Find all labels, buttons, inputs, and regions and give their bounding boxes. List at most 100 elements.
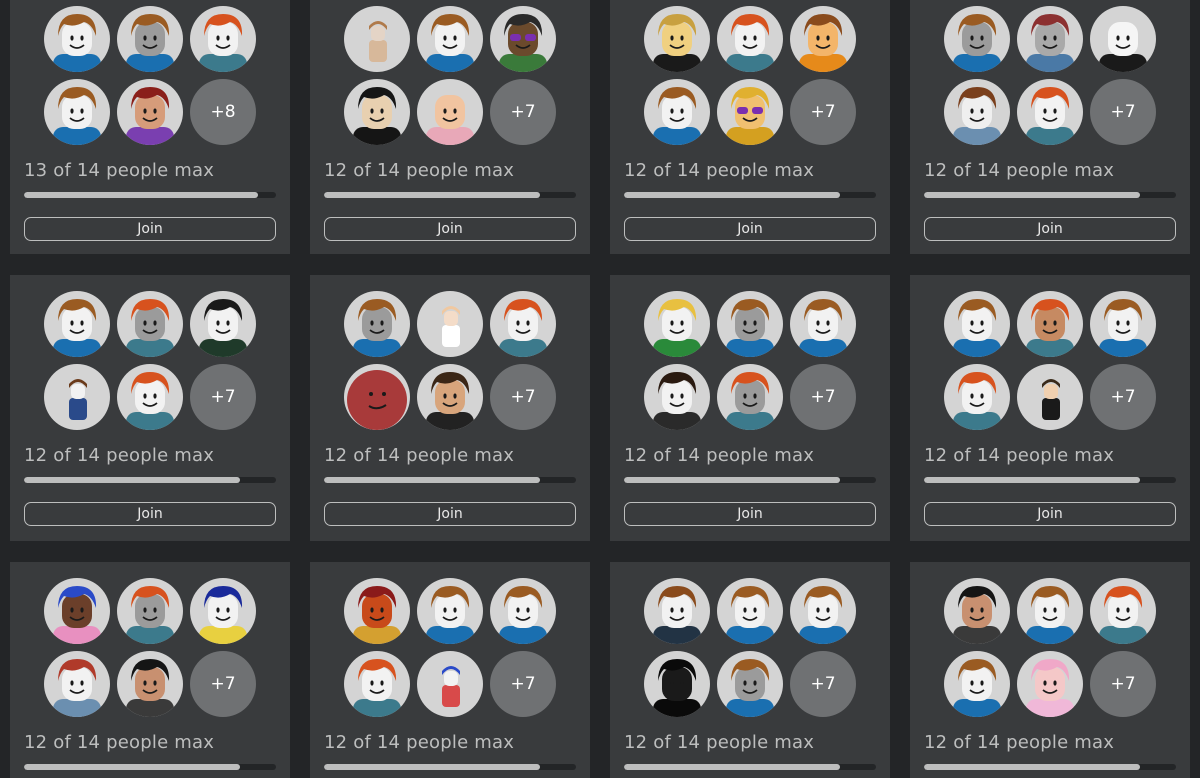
player-avatar[interactable] <box>717 651 783 717</box>
more-players-badge: +7 <box>190 364 256 430</box>
player-avatar[interactable] <box>117 651 183 717</box>
capacity-progress-fill <box>624 477 840 483</box>
join-button[interactable]: Join <box>924 217 1176 241</box>
server-card: +7 12 of 14 people max Join <box>310 275 590 541</box>
player-avatar[interactable] <box>644 291 710 357</box>
player-avatar[interactable] <box>190 578 256 644</box>
join-button[interactable]: Join <box>324 217 576 241</box>
server-card: +7 12 of 14 people max <box>610 562 890 778</box>
player-avatar[interactable] <box>1017 364 1083 430</box>
player-avatar[interactable] <box>344 578 410 644</box>
player-avatar[interactable] <box>644 364 710 430</box>
player-avatar[interactable] <box>344 651 410 717</box>
player-avatar[interactable] <box>1017 6 1083 72</box>
join-button[interactable]: Join <box>24 502 276 526</box>
player-avatar[interactable] <box>417 651 483 717</box>
join-button[interactable]: Join <box>624 502 876 526</box>
player-avatar[interactable] <box>944 364 1010 430</box>
server-card: +7 12 of 14 people max Join <box>910 275 1190 541</box>
player-avatar[interactable] <box>44 79 110 145</box>
player-avatar[interactable] <box>490 578 556 644</box>
capacity-progress-fill <box>924 764 1140 770</box>
player-avatar[interactable] <box>644 651 710 717</box>
player-avatar[interactable] <box>717 364 783 430</box>
capacity-progress-bar <box>924 764 1176 770</box>
server-card: +7 12 of 14 people max <box>310 562 590 778</box>
player-avatar[interactable] <box>1090 6 1156 72</box>
player-avatar[interactable] <box>117 291 183 357</box>
player-avatar[interactable] <box>717 578 783 644</box>
player-avatar[interactable] <box>417 578 483 644</box>
player-avatar[interactable] <box>1090 291 1156 357</box>
player-avatar[interactable] <box>1017 578 1083 644</box>
player-avatar[interactable] <box>944 79 1010 145</box>
more-players-badge: +7 <box>790 651 856 717</box>
player-avatar[interactable] <box>190 6 256 72</box>
player-avatar[interactable] <box>1017 79 1083 145</box>
more-players-badge: +7 <box>490 364 556 430</box>
player-avatar[interactable] <box>344 79 410 145</box>
player-avatar[interactable] <box>417 6 483 72</box>
player-avatar[interactable] <box>790 291 856 357</box>
player-avatar[interactable] <box>117 578 183 644</box>
player-avatar[interactable] <box>644 79 710 145</box>
capacity-progress-bar <box>624 764 876 770</box>
more-players-badge: +7 <box>1090 651 1156 717</box>
capacity-progress-bar <box>24 764 276 770</box>
capacity-text: 12 of 14 people max <box>324 732 515 753</box>
player-avatar[interactable] <box>417 291 483 357</box>
player-avatar[interactable] <box>644 578 710 644</box>
player-avatar[interactable] <box>417 364 483 430</box>
player-avatar[interactable] <box>417 79 483 145</box>
join-button[interactable]: Join <box>924 502 1176 526</box>
capacity-progress-fill <box>924 192 1140 198</box>
capacity-progress-fill <box>24 477 240 483</box>
capacity-progress-fill <box>924 477 1140 483</box>
more-players-badge: +7 <box>1090 364 1156 430</box>
player-avatar[interactable] <box>1017 291 1083 357</box>
player-avatar[interactable] <box>344 6 410 72</box>
player-avatar[interactable] <box>190 291 256 357</box>
player-avatar[interactable] <box>644 6 710 72</box>
capacity-text: 12 of 14 people max <box>924 445 1115 466</box>
capacity-text: 12 of 14 people max <box>624 160 815 181</box>
capacity-text: 12 of 14 people max <box>24 732 215 753</box>
capacity-text: 12 of 14 people max <box>924 160 1115 181</box>
player-avatar[interactable] <box>790 578 856 644</box>
player-avatar[interactable] <box>44 364 110 430</box>
join-button[interactable]: Join <box>624 217 876 241</box>
player-avatar[interactable] <box>44 291 110 357</box>
join-button[interactable]: Join <box>24 217 276 241</box>
player-avatar[interactable] <box>790 6 856 72</box>
capacity-progress-fill <box>24 764 240 770</box>
capacity-progress-fill <box>24 192 259 198</box>
player-avatar[interactable] <box>717 291 783 357</box>
player-avatar[interactable] <box>944 651 1010 717</box>
player-avatar[interactable] <box>717 6 783 72</box>
capacity-progress-fill <box>624 192 840 198</box>
player-avatar[interactable] <box>344 291 410 357</box>
server-card: +7 12 of 14 people max Join <box>610 275 890 541</box>
capacity-progress-bar <box>324 192 576 198</box>
join-button[interactable]: Join <box>324 502 576 526</box>
player-avatar[interactable] <box>44 6 110 72</box>
player-avatar[interactable] <box>117 79 183 145</box>
capacity-progress-fill <box>324 764 540 770</box>
player-avatar[interactable] <box>1017 651 1083 717</box>
player-avatar[interactable] <box>717 79 783 145</box>
capacity-progress-fill <box>324 477 540 483</box>
capacity-progress-bar <box>24 477 276 483</box>
player-avatar[interactable] <box>490 6 556 72</box>
player-avatar[interactable] <box>944 6 1010 72</box>
player-avatar[interactable] <box>44 578 110 644</box>
more-players-badge: +7 <box>1090 79 1156 145</box>
player-avatar[interactable] <box>944 291 1010 357</box>
player-avatar[interactable] <box>490 291 556 357</box>
player-avatar[interactable] <box>44 651 110 717</box>
player-avatar[interactable] <box>1090 578 1156 644</box>
player-avatar[interactable] <box>117 6 183 72</box>
player-avatar[interactable] <box>117 364 183 430</box>
capacity-progress-bar <box>24 192 276 198</box>
player-avatar[interactable] <box>944 578 1010 644</box>
player-avatar[interactable] <box>344 364 410 430</box>
